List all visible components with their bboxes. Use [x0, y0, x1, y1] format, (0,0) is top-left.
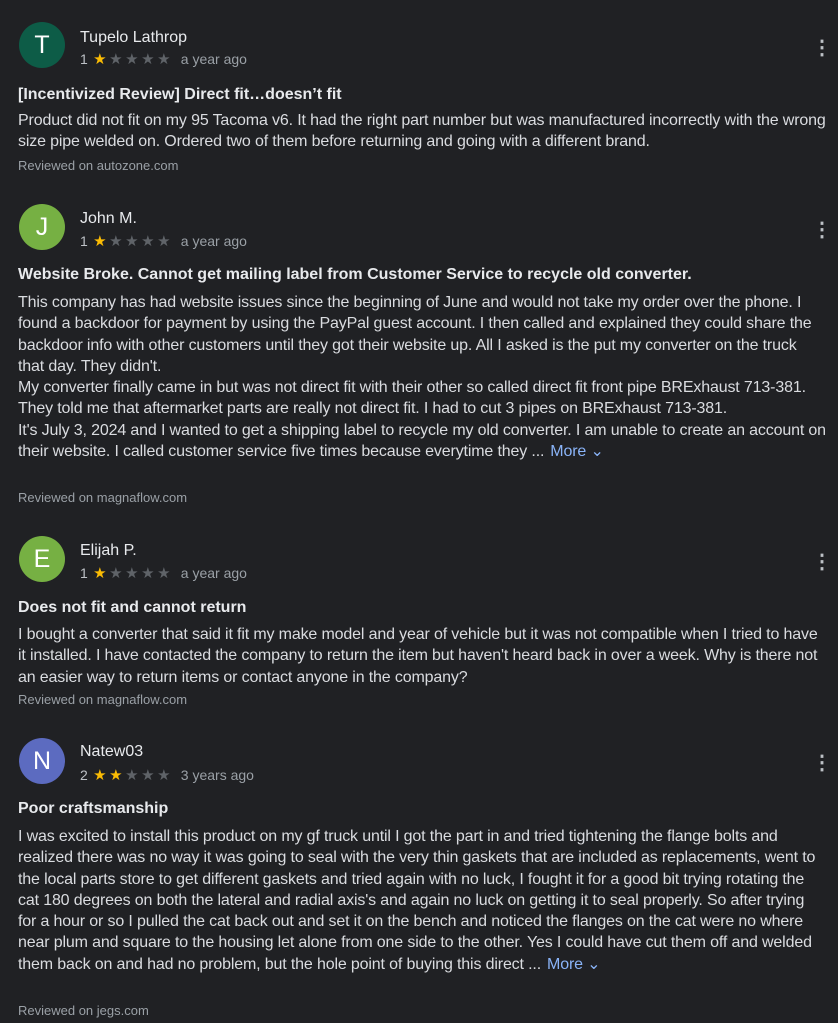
review-source: Reviewed on jegs.com: [18, 1003, 149, 1018]
reviewer-name[interactable]: Elijah P.: [80, 542, 137, 560]
more-vert-icon[interactable]: ⋮: [812, 550, 832, 574]
star-filled-icon: ★: [93, 232, 107, 250]
star-empty-icon: ★: [125, 50, 139, 68]
star-rating: ★ ★ ★ ★ ★: [92, 566, 172, 581]
more-vert-icon[interactable]: ⋮: [812, 751, 832, 775]
more-link[interactable]: More ⌄: [547, 956, 601, 973]
reviewer-name[interactable]: Natew03: [80, 743, 143, 761]
review-text: I was excited to install this product on…: [18, 826, 826, 975]
rating-value: 1: [80, 233, 88, 249]
review-title: Poor craftsmanship: [18, 800, 169, 817]
star-empty-icon: ★: [141, 50, 155, 68]
more-vert-icon[interactable]: ⋮: [812, 36, 832, 60]
more-vert-icon[interactable]: ⋮: [812, 218, 832, 242]
star-filled-icon: ★: [93, 50, 107, 68]
star-rating: ★ ★ ★ ★ ★: [92, 768, 172, 783]
review-title: Website Broke. Cannot get mailing label …: [18, 266, 692, 283]
avatar[interactable]: E: [19, 536, 65, 582]
star-empty-icon: ★: [109, 50, 123, 68]
rating-row: 1 ★ ★ ★ ★ ★ a year ago: [80, 233, 247, 249]
review-paragraph: I was excited to install this product on…: [18, 826, 826, 975]
star-empty-icon: ★: [157, 564, 171, 582]
review-date: a year ago: [180, 233, 247, 249]
review-paragraph: I bought a converter that said it fit my…: [18, 626, 818, 686]
star-empty-icon: ★: [109, 564, 123, 582]
rating-value: 1: [80, 565, 88, 581]
review-date: a year ago: [180, 51, 247, 67]
rating-row: 1 ★ ★ ★ ★ ★ a year ago: [80, 51, 247, 67]
rating-row: 1 ★ ★ ★ ★ ★ a year ago: [80, 565, 247, 581]
star-empty-icon: ★: [157, 766, 171, 784]
star-empty-icon: ★: [109, 232, 123, 250]
star-filled-icon: ★: [93, 564, 107, 582]
avatar[interactable]: T: [19, 22, 65, 68]
review-source: Reviewed on autozone.com: [18, 158, 179, 173]
star-empty-icon: ★: [125, 766, 139, 784]
review-text: Product did not fit on my 95 Tacoma v6. …: [18, 110, 826, 153]
avatar[interactable]: J: [19, 204, 65, 250]
reviewer-name[interactable]: John M.: [80, 210, 137, 228]
review-paragraph: My converter finally came in but was not…: [18, 379, 806, 418]
rating-value: 2: [80, 767, 88, 783]
star-empty-icon: ★: [157, 232, 171, 250]
review-title: Does not fit and cannot return: [18, 599, 247, 616]
review-paragraph-text: I was excited to install this product on…: [18, 828, 816, 973]
star-empty-icon: ★: [125, 232, 139, 250]
review-paragraph: This company has had website issues sinc…: [18, 294, 812, 375]
rating-value: 1: [80, 51, 88, 67]
star-empty-icon: ★: [157, 50, 171, 68]
more-link[interactable]: More ⌄: [550, 443, 604, 460]
review-source: Reviewed on magnaflow.com: [18, 490, 188, 505]
star-empty-icon: ★: [141, 232, 155, 250]
rating-row: 2 ★ ★ ★ ★ ★ 3 years ago: [80, 767, 254, 783]
star-empty-icon: ★: [141, 766, 155, 784]
star-rating: ★ ★ ★ ★ ★: [92, 52, 172, 67]
review-text: I bought a converter that said it fit my…: [18, 624, 826, 688]
reviewer-name[interactable]: Tupelo Lathrop: [80, 29, 187, 47]
avatar[interactable]: N: [19, 738, 65, 784]
review-paragraph: Product did not fit on my 95 Tacoma v6. …: [18, 112, 826, 151]
review-title: [Incentivized Review] Direct fit…doesn’t…: [18, 86, 342, 103]
review-source: Reviewed on magnaflow.com: [18, 692, 188, 707]
review-paragraph: It's July 3, 2024 and I wanted to get a …: [18, 420, 826, 463]
review-date: 3 years ago: [180, 767, 254, 783]
star-rating: ★ ★ ★ ★ ★: [92, 234, 172, 249]
review-date: a year ago: [180, 565, 247, 581]
review-text: This company has had website issues sinc…: [18, 292, 826, 462]
star-filled-icon: ★: [109, 766, 123, 784]
star-empty-icon: ★: [141, 564, 155, 582]
star-filled-icon: ★: [93, 766, 107, 784]
star-empty-icon: ★: [125, 564, 139, 582]
review-paragraph-text: It's July 3, 2024 and I wanted to get a …: [18, 421, 826, 461]
